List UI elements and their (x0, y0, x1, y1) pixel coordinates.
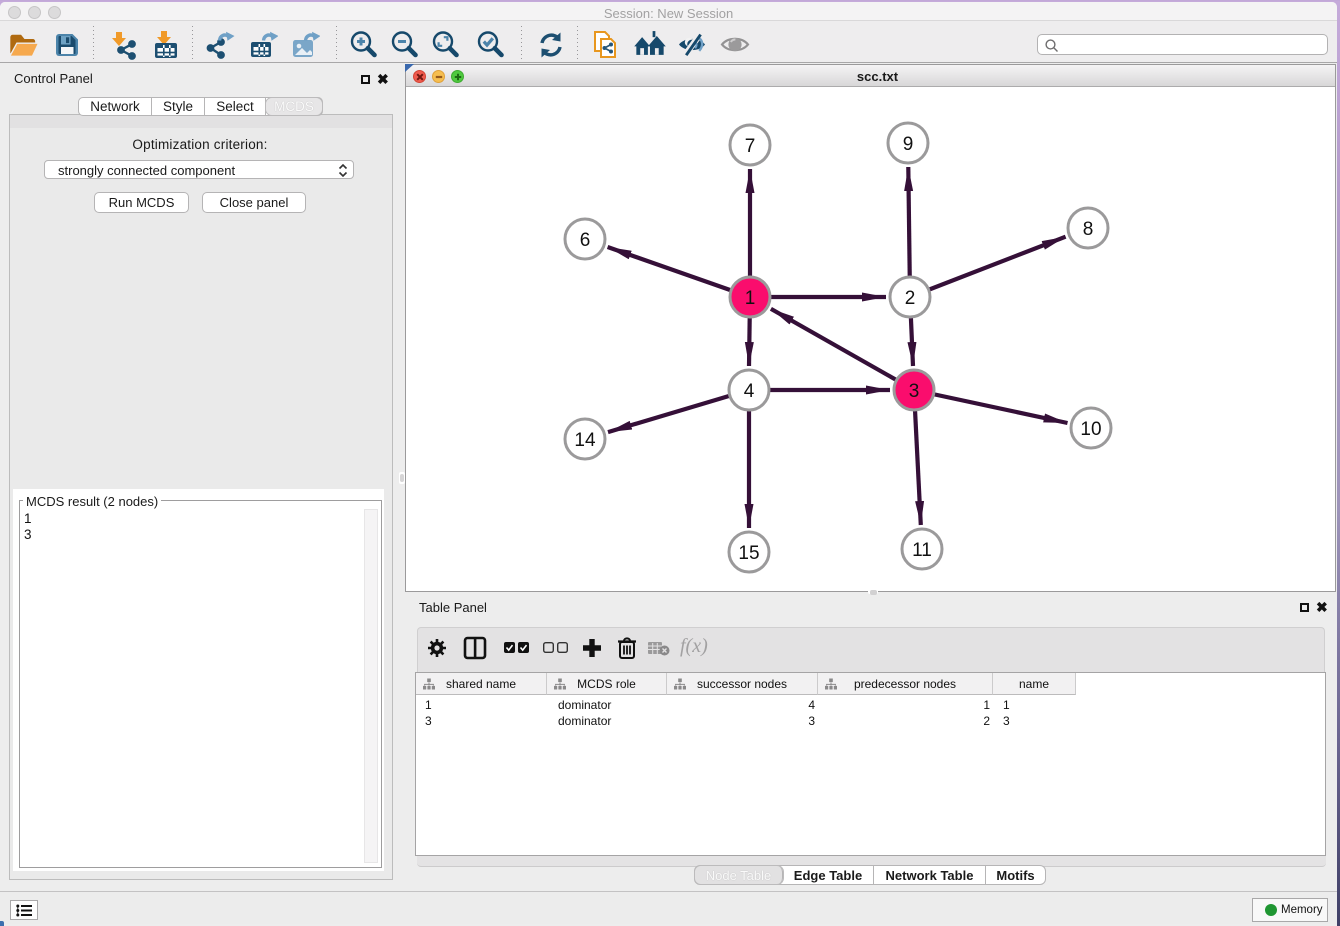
svg-text:11: 11 (912, 540, 932, 561)
svg-text:8: 8 (1083, 219, 1094, 240)
svg-text:10: 10 (1080, 419, 1101, 440)
svg-text:2: 2 (905, 288, 916, 309)
svg-text:3: 3 (909, 381, 920, 402)
svg-text:9: 9 (903, 134, 914, 155)
svg-text:1: 1 (745, 288, 756, 309)
svg-text:14: 14 (574, 430, 596, 451)
svg-text:6: 6 (580, 230, 591, 251)
svg-text:7: 7 (745, 136, 756, 157)
svg-text:4: 4 (744, 381, 755, 402)
svg-text:15: 15 (738, 543, 759, 564)
